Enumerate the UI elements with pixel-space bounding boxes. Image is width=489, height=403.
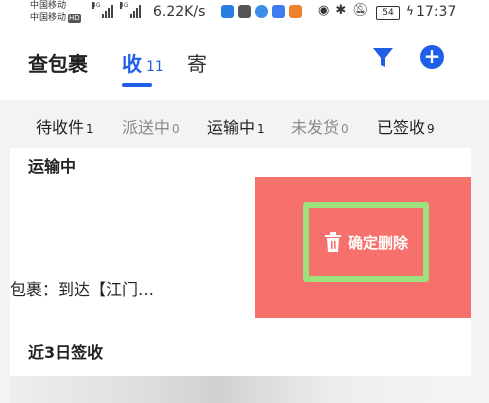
filter-label: 派送中 bbox=[122, 118, 171, 137]
section-title-recent-signed: 近3日签收 bbox=[28, 343, 104, 362]
package-item[interactable]: 包裹：到达【江门… bbox=[10, 276, 154, 300]
header: 查包裹 收 11 寄 + bbox=[0, 28, 489, 100]
carrier-name-2: 中国移动 HD bbox=[30, 13, 81, 23]
hd-badge: HD bbox=[68, 14, 81, 23]
filter-pending-pickup[interactable]: 待收件 1 bbox=[36, 114, 94, 138]
page-title: 查包裹 bbox=[28, 52, 88, 76]
filter-label: 待收件 bbox=[36, 118, 85, 137]
bluetooth-icon: ✱ bbox=[335, 3, 347, 18]
app-notification-icon bbox=[272, 5, 285, 18]
clock: 17:37 bbox=[416, 4, 457, 20]
trash-icon bbox=[324, 232, 341, 252]
filter-icon[interactable] bbox=[372, 46, 394, 70]
system-icons: ◉ ✱ 🔕︎ bbox=[318, 3, 369, 18]
app-notification-icon bbox=[221, 5, 234, 18]
confirm-delete-button[interactable]: 确定删除 bbox=[303, 202, 429, 282]
add-package-button[interactable]: + bbox=[420, 45, 444, 69]
network-type-2: 4G bbox=[120, 2, 129, 9]
carrier-name-2-text: 中国移动 bbox=[30, 13, 67, 23]
signal-icon-1: 4G bbox=[92, 2, 113, 18]
network-type-1: 4G bbox=[92, 2, 101, 9]
active-tab-indicator bbox=[122, 83, 152, 87]
filter-count: 1 bbox=[257, 122, 265, 136]
filter-label: 已签收 bbox=[377, 118, 426, 137]
carrier-name-1: 中国移动 bbox=[30, 1, 67, 11]
tab-send[interactable]: 寄 bbox=[187, 48, 207, 77]
app-notification-icon bbox=[238, 5, 251, 18]
status-filter-bar: 待收件 1 派送中 0 运输中 1 未发货 0 已签收 9 bbox=[0, 100, 489, 148]
tab-receive-count: 11 bbox=[146, 59, 164, 75]
battery-icon: 54 bbox=[376, 6, 400, 20]
filter-count: 0 bbox=[341, 122, 349, 136]
filter-count: 9 bbox=[427, 122, 435, 136]
tab-receive[interactable]: 收 11 bbox=[122, 48, 164, 77]
notification-icons bbox=[221, 5, 302, 18]
filter-delivering[interactable]: 派送中 0 bbox=[122, 114, 180, 138]
filter-count: 0 bbox=[172, 122, 180, 136]
eye-icon: ◉ bbox=[318, 3, 330, 18]
filter-label: 运输中 bbox=[207, 118, 256, 137]
app-notification-icon bbox=[289, 5, 302, 18]
section-title-in-transit: 运输中 bbox=[28, 157, 77, 176]
filter-in-transit[interactable]: 运输中 1 bbox=[207, 114, 265, 138]
status-bar: 中国移动 中国移动 HD 4G 4G 6.22K/s ◉ ✱ 🔕︎ 54 ϟ 17… bbox=[0, 0, 489, 28]
signal-icon-2: 4G bbox=[120, 2, 141, 18]
swipe-delete-panel: 确定删除 bbox=[255, 177, 471, 318]
filter-signed[interactable]: 已签收 9 bbox=[377, 114, 435, 138]
confirm-delete-label: 确定删除 bbox=[347, 233, 408, 252]
recent-signed-section: 近3日签收 bbox=[10, 324, 471, 376]
mute-icon: 🔕︎ bbox=[352, 3, 369, 18]
network-speed: 6.22K/s bbox=[153, 4, 206, 20]
charging-icon: ϟ bbox=[406, 4, 414, 18]
list-item[interactable] bbox=[10, 376, 471, 403]
filter-not-shipped[interactable]: 未发货 0 bbox=[291, 114, 349, 138]
in-transit-section: 运输中 包裹：到达【江门… 确定删除 bbox=[10, 148, 471, 324]
filter-count: 1 bbox=[86, 122, 94, 136]
filter-label: 未发货 bbox=[291, 118, 340, 137]
tab-receive-label: 收 bbox=[122, 52, 142, 76]
app-notification-icon bbox=[255, 5, 268, 18]
